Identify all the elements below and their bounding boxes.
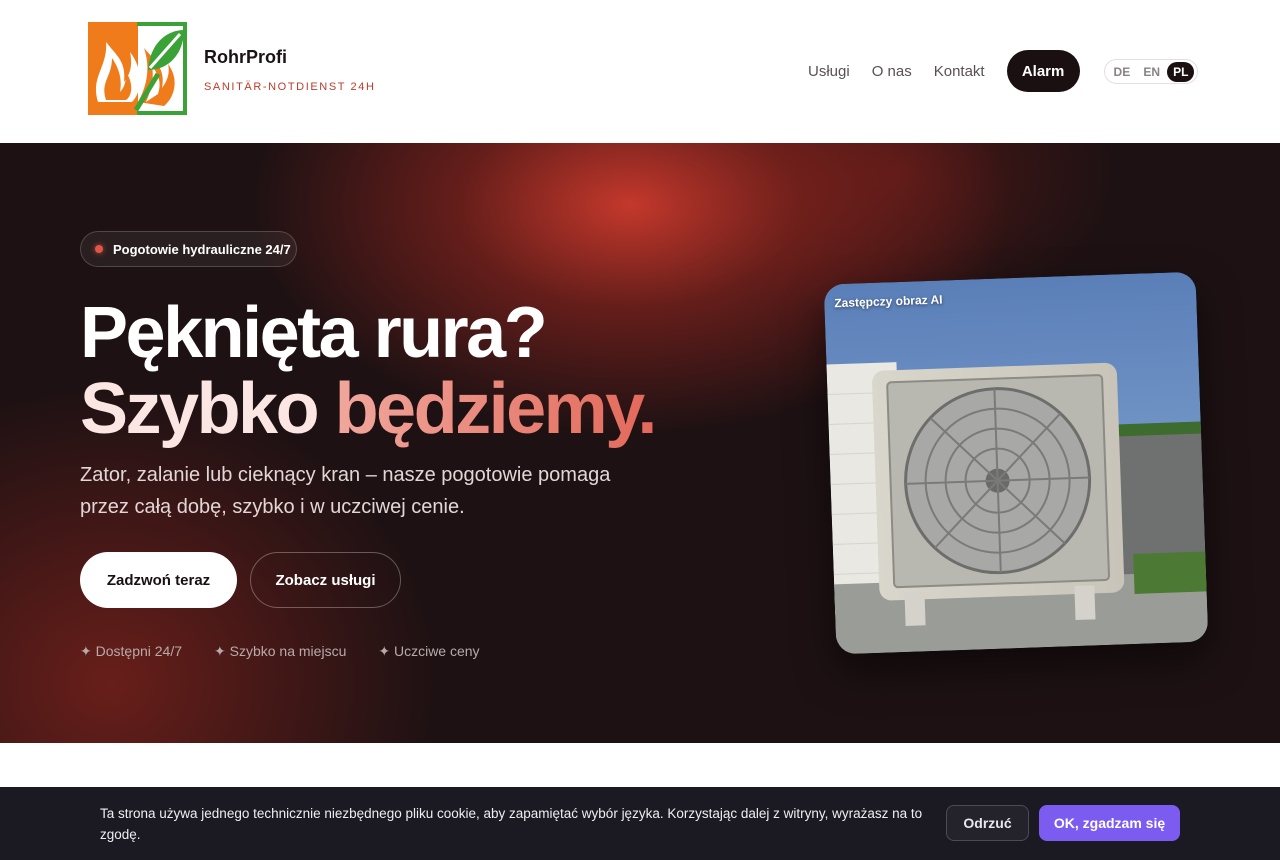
feature-item: ✦ Uczciwe ceny — [378, 643, 480, 659]
next-section — [0, 743, 1280, 787]
lang-option-en[interactable]: EN — [1137, 62, 1166, 82]
reject-cookies-button[interactable]: Odrzuć — [946, 805, 1029, 841]
brand-tagline: SANITÄR-NOTDIENST 24H — [204, 81, 376, 93]
status-dot-icon — [95, 245, 103, 253]
see-services-button[interactable]: Zobacz usługi — [250, 552, 401, 608]
headline-plain: Szybko — [80, 369, 335, 449]
cookie-text: Ta strona używa jednego technicznie niez… — [100, 806, 923, 842]
hero-section: Pogotowie hydrauliczne 24/7 Pęknięta rur… — [0, 143, 1280, 743]
nav-link-about[interactable]: O nas — [872, 63, 912, 80]
nav-link-contact[interactable]: Kontakt — [934, 63, 985, 80]
flame-leaf-logo[interactable] — [88, 22, 187, 115]
alarm-button[interactable]: Alarm — [1006, 50, 1080, 92]
hero-features: ✦ Dostępni 24/7 ✦ Szybko na miejscu ✦ Uc… — [80, 643, 512, 660]
hero-headline: Pęknięta rura? Szybko będziemy. — [80, 293, 658, 449]
feature-item: ✦ Dostępni 24/7 — [80, 643, 183, 659]
call-now-button[interactable]: Zadzwoń teraz — [80, 552, 237, 608]
feature-item: ✦ Szybko na miejscu — [214, 643, 347, 659]
lang-option-pl[interactable]: PL — [1167, 61, 1195, 82]
main-nav: Usługi O nas Kontakt Alarm — [808, 50, 1080, 92]
hero-lead: Zator, zalanie lub cieknący kran – nasze… — [80, 464, 611, 518]
headline-line-1: Pęknięta rura? — [80, 293, 548, 373]
cookie-banner: Ta strona używa jednego technicznie niez… — [0, 787, 1280, 860]
nav-link-services[interactable]: Usługi — [808, 63, 850, 80]
lang-option-de[interactable]: DE — [1108, 62, 1137, 82]
site-header: RohrProfi SANITÄR-NOTDIENST 24H Usługi O… — [0, 0, 1280, 143]
hero-badge: Pogotowie hydrauliczne 24/7 — [80, 231, 297, 267]
heat-pump-illustration — [823, 271, 1209, 655]
language-switcher: DE EN PL — [1104, 59, 1198, 84]
brand-name[interactable]: RohrProfi — [204, 47, 287, 68]
headline-line-2: Szybko będziemy. — [80, 369, 658, 449]
headline-accent: będziemy. — [334, 369, 658, 449]
accept-cookies-button[interactable]: OK, zgadzam się — [1039, 805, 1180, 841]
hero-image: Zastępczy obraz AI — [823, 271, 1209, 655]
hero-badge-text: Pogotowie hydrauliczne 24/7 — [113, 241, 291, 257]
